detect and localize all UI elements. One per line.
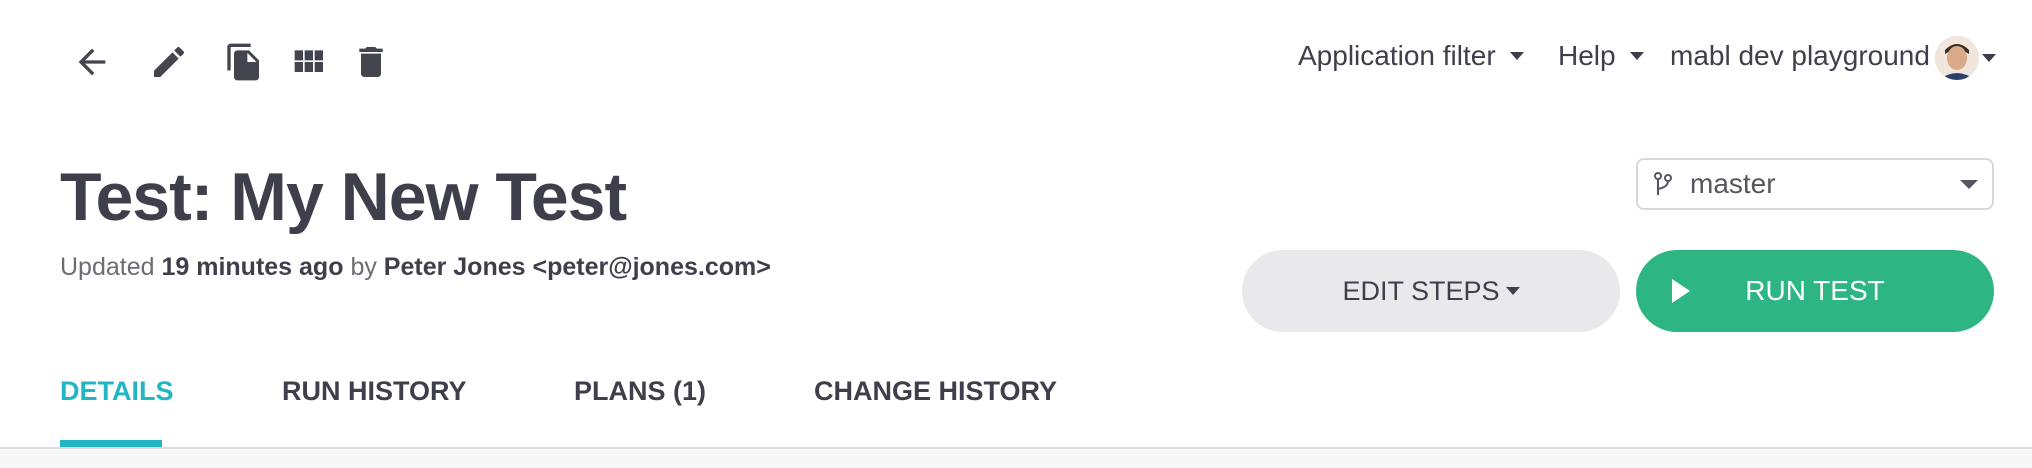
updated-info: Updated 19 minutes ago by Peter Jones <p…	[60, 253, 771, 282]
avatar[interactable]	[1935, 36, 1979, 80]
git-branch-icon	[1654, 172, 1672, 195]
trash-icon[interactable]	[347, 38, 395, 86]
updated-by: by	[350, 253, 377, 281]
tab-plans[interactable]: PLANS (1)	[574, 376, 706, 407]
author: Peter Jones <peter@jones.com>	[383, 253, 771, 281]
caret-down-icon[interactable]	[1982, 54, 1996, 62]
tab-details[interactable]: DETAILS	[60, 376, 174, 407]
workspace-label: mabl dev playground	[1670, 40, 1930, 71]
updated-prefix: Updated	[60, 253, 155, 281]
edit-steps-label: EDIT STEPS	[1342, 275, 1500, 306]
grid-icon[interactable]	[284, 38, 332, 86]
help-dropdown[interactable]: Help	[1558, 40, 1644, 72]
play-icon	[1672, 279, 1690, 303]
branch-label: master	[1690, 168, 1776, 199]
run-test-button[interactable]: RUN TEST	[1636, 250, 1994, 332]
edit-steps-button[interactable]: EDIT STEPS	[1242, 250, 1620, 332]
updated-time: 19 minutes ago	[161, 253, 344, 281]
page-title: Test: My New Test	[60, 159, 627, 235]
content-area	[0, 449, 2032, 468]
help-label: Help	[1558, 40, 1616, 71]
tab-run-history[interactable]: RUN HISTORY	[282, 376, 467, 407]
run-test-label: RUN TEST	[1745, 275, 1885, 306]
application-filter-dropdown[interactable]: Application filter	[1298, 40, 1524, 72]
workspace-dropdown[interactable]: mabl dev playground	[1670, 40, 1930, 72]
branch-select[interactable]: master	[1636, 158, 1994, 210]
pencil-edit-icon[interactable]	[145, 38, 193, 86]
application-filter-label: Application filter	[1298, 40, 1496, 71]
duplicate-icon[interactable]	[220, 38, 268, 86]
caret-down-icon	[1505, 287, 1520, 295]
caret-down-icon	[1629, 52, 1644, 60]
chevron-down-icon	[1960, 180, 1978, 189]
caret-down-icon	[1509, 52, 1524, 60]
back-arrow-icon[interactable]	[68, 38, 116, 86]
tab-change-history[interactable]: CHANGE HISTORY	[814, 376, 1057, 407]
active-tab-indicator	[60, 440, 162, 447]
